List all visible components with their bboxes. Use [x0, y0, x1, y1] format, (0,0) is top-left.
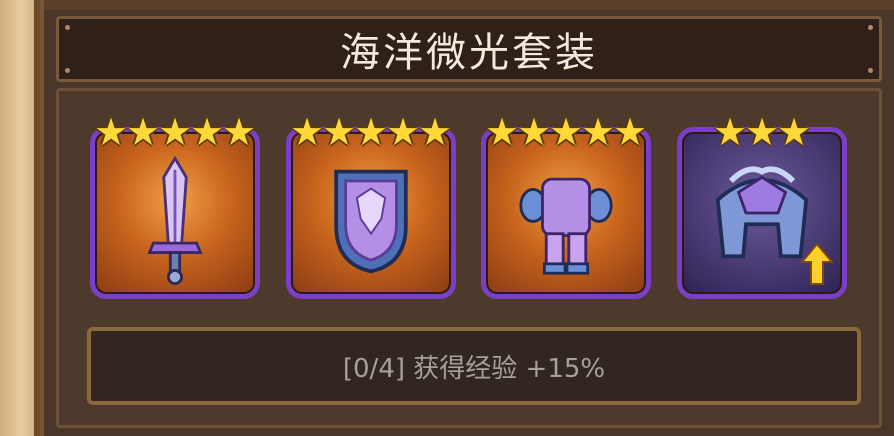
set-title: 海洋微光套装 [340, 30, 598, 76]
item-slot-shield[interactable]: ★ ★ ★ ★ ★ [286, 113, 456, 299]
set-content: ★ ★ ★ ★ ★ ★ ★ ★ ★ ★ ★ ★ ★ ★ ★ ★ ★ ★ [0/4… [56, 88, 882, 428]
set-title-bar: 海洋微光套装 [56, 16, 882, 82]
set-bonus-text: [0/4] 获得经验 +15% [342, 353, 606, 384]
armor-icon [519, 177, 613, 275]
item-slot-sword[interactable]: ★ ★ ★ ★ ★ [90, 113, 260, 299]
equipment-set-panel: 海洋微光套装 ★ ★ ★ ★ ★ ★ ★ ★ ★ ★ ★ ★ ★ ★ ★ ★ ★… [40, 0, 894, 436]
parchment-edge [0, 0, 40, 436]
item-slot-armor[interactable]: ★ ★ ★ ★ ★ [481, 113, 651, 299]
rivet [65, 68, 70, 73]
upgrade-arrow-icon [800, 242, 834, 285]
sword-icon [147, 155, 203, 285]
rivet [65, 25, 70, 30]
rivet [868, 25, 873, 30]
panel-top-strip [44, 0, 894, 10]
shield-icon [334, 169, 408, 274]
item-slot-helmet[interactable]: ★ ★ ★ [677, 113, 847, 299]
set-bonus-bar: [0/4] 获得经验 +15% [87, 327, 861, 405]
rivet [868, 68, 873, 73]
